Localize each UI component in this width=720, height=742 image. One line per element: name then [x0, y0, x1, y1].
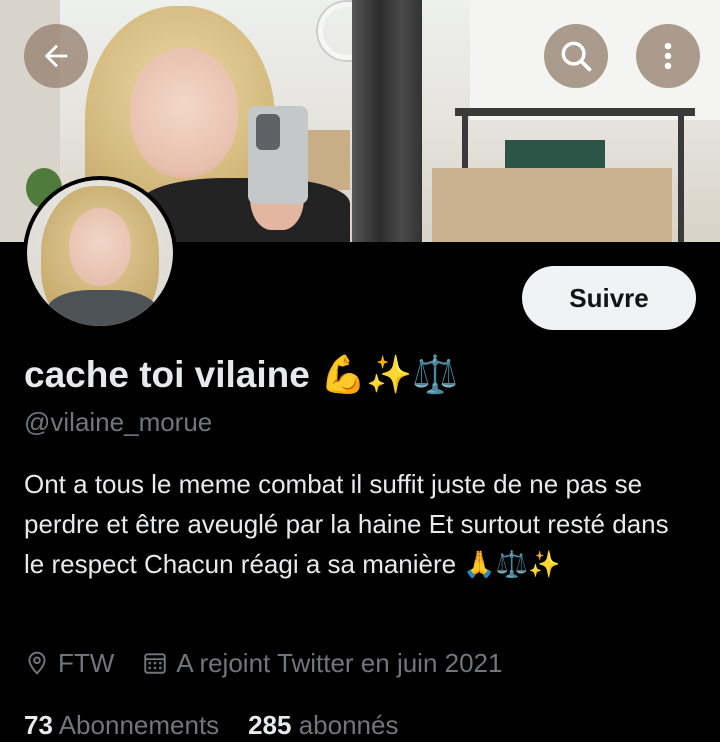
- banner-shelf: [455, 108, 695, 116]
- banner-curtain: [352, 0, 422, 242]
- banner-phone-camera: [256, 114, 280, 150]
- following-count: 73: [24, 710, 53, 740]
- location-item: FTW: [24, 646, 114, 680]
- display-name: cache toi vilaine 💪✨⚖️: [24, 354, 459, 395]
- search-button[interactable]: [544, 24, 608, 88]
- followers-count: 285: [248, 710, 292, 740]
- search-icon: [561, 41, 592, 72]
- banner-person-face: [130, 48, 238, 178]
- joined-text: A rejoint Twitter en juin 2021: [176, 648, 503, 678]
- followers-label: abonnés: [298, 710, 399, 740]
- banner-cabinet: [432, 168, 672, 242]
- arrow-left-icon: [44, 44, 68, 68]
- location-text: FTW: [58, 648, 115, 678]
- profile-avatar[interactable]: [23, 176, 177, 330]
- avatar-photo: [27, 180, 173, 326]
- more-vertical-icon: [664, 42, 672, 70]
- followers-link[interactable]: 285 abonnés: [248, 710, 398, 740]
- joined-item: A rejoint Twitter en juin 2021: [142, 646, 502, 680]
- banner-shelf-leg: [678, 108, 684, 242]
- following-link[interactable]: 73 Abonnements: [24, 710, 219, 740]
- username-handle: @vilaine_morue: [24, 407, 213, 437]
- profile-bio: Ont a tous le meme combat il suffit just…: [24, 469, 669, 579]
- more-options-button[interactable]: [636, 24, 700, 88]
- following-label: Abonnements: [58, 710, 220, 740]
- location-pin-icon: [28, 651, 46, 675]
- calendar-icon: [144, 653, 167, 674]
- follow-button[interactable]: Suivre: [522, 266, 696, 330]
- avatar-face: [69, 208, 131, 286]
- follow-stats: 73 Abonnements 285 abonnés: [24, 708, 398, 742]
- profile-meta: FTW A rejoint Twitter en juin 2021: [24, 646, 502, 680]
- back-button[interactable]: [24, 24, 88, 88]
- avatar-sweater: [47, 290, 157, 326]
